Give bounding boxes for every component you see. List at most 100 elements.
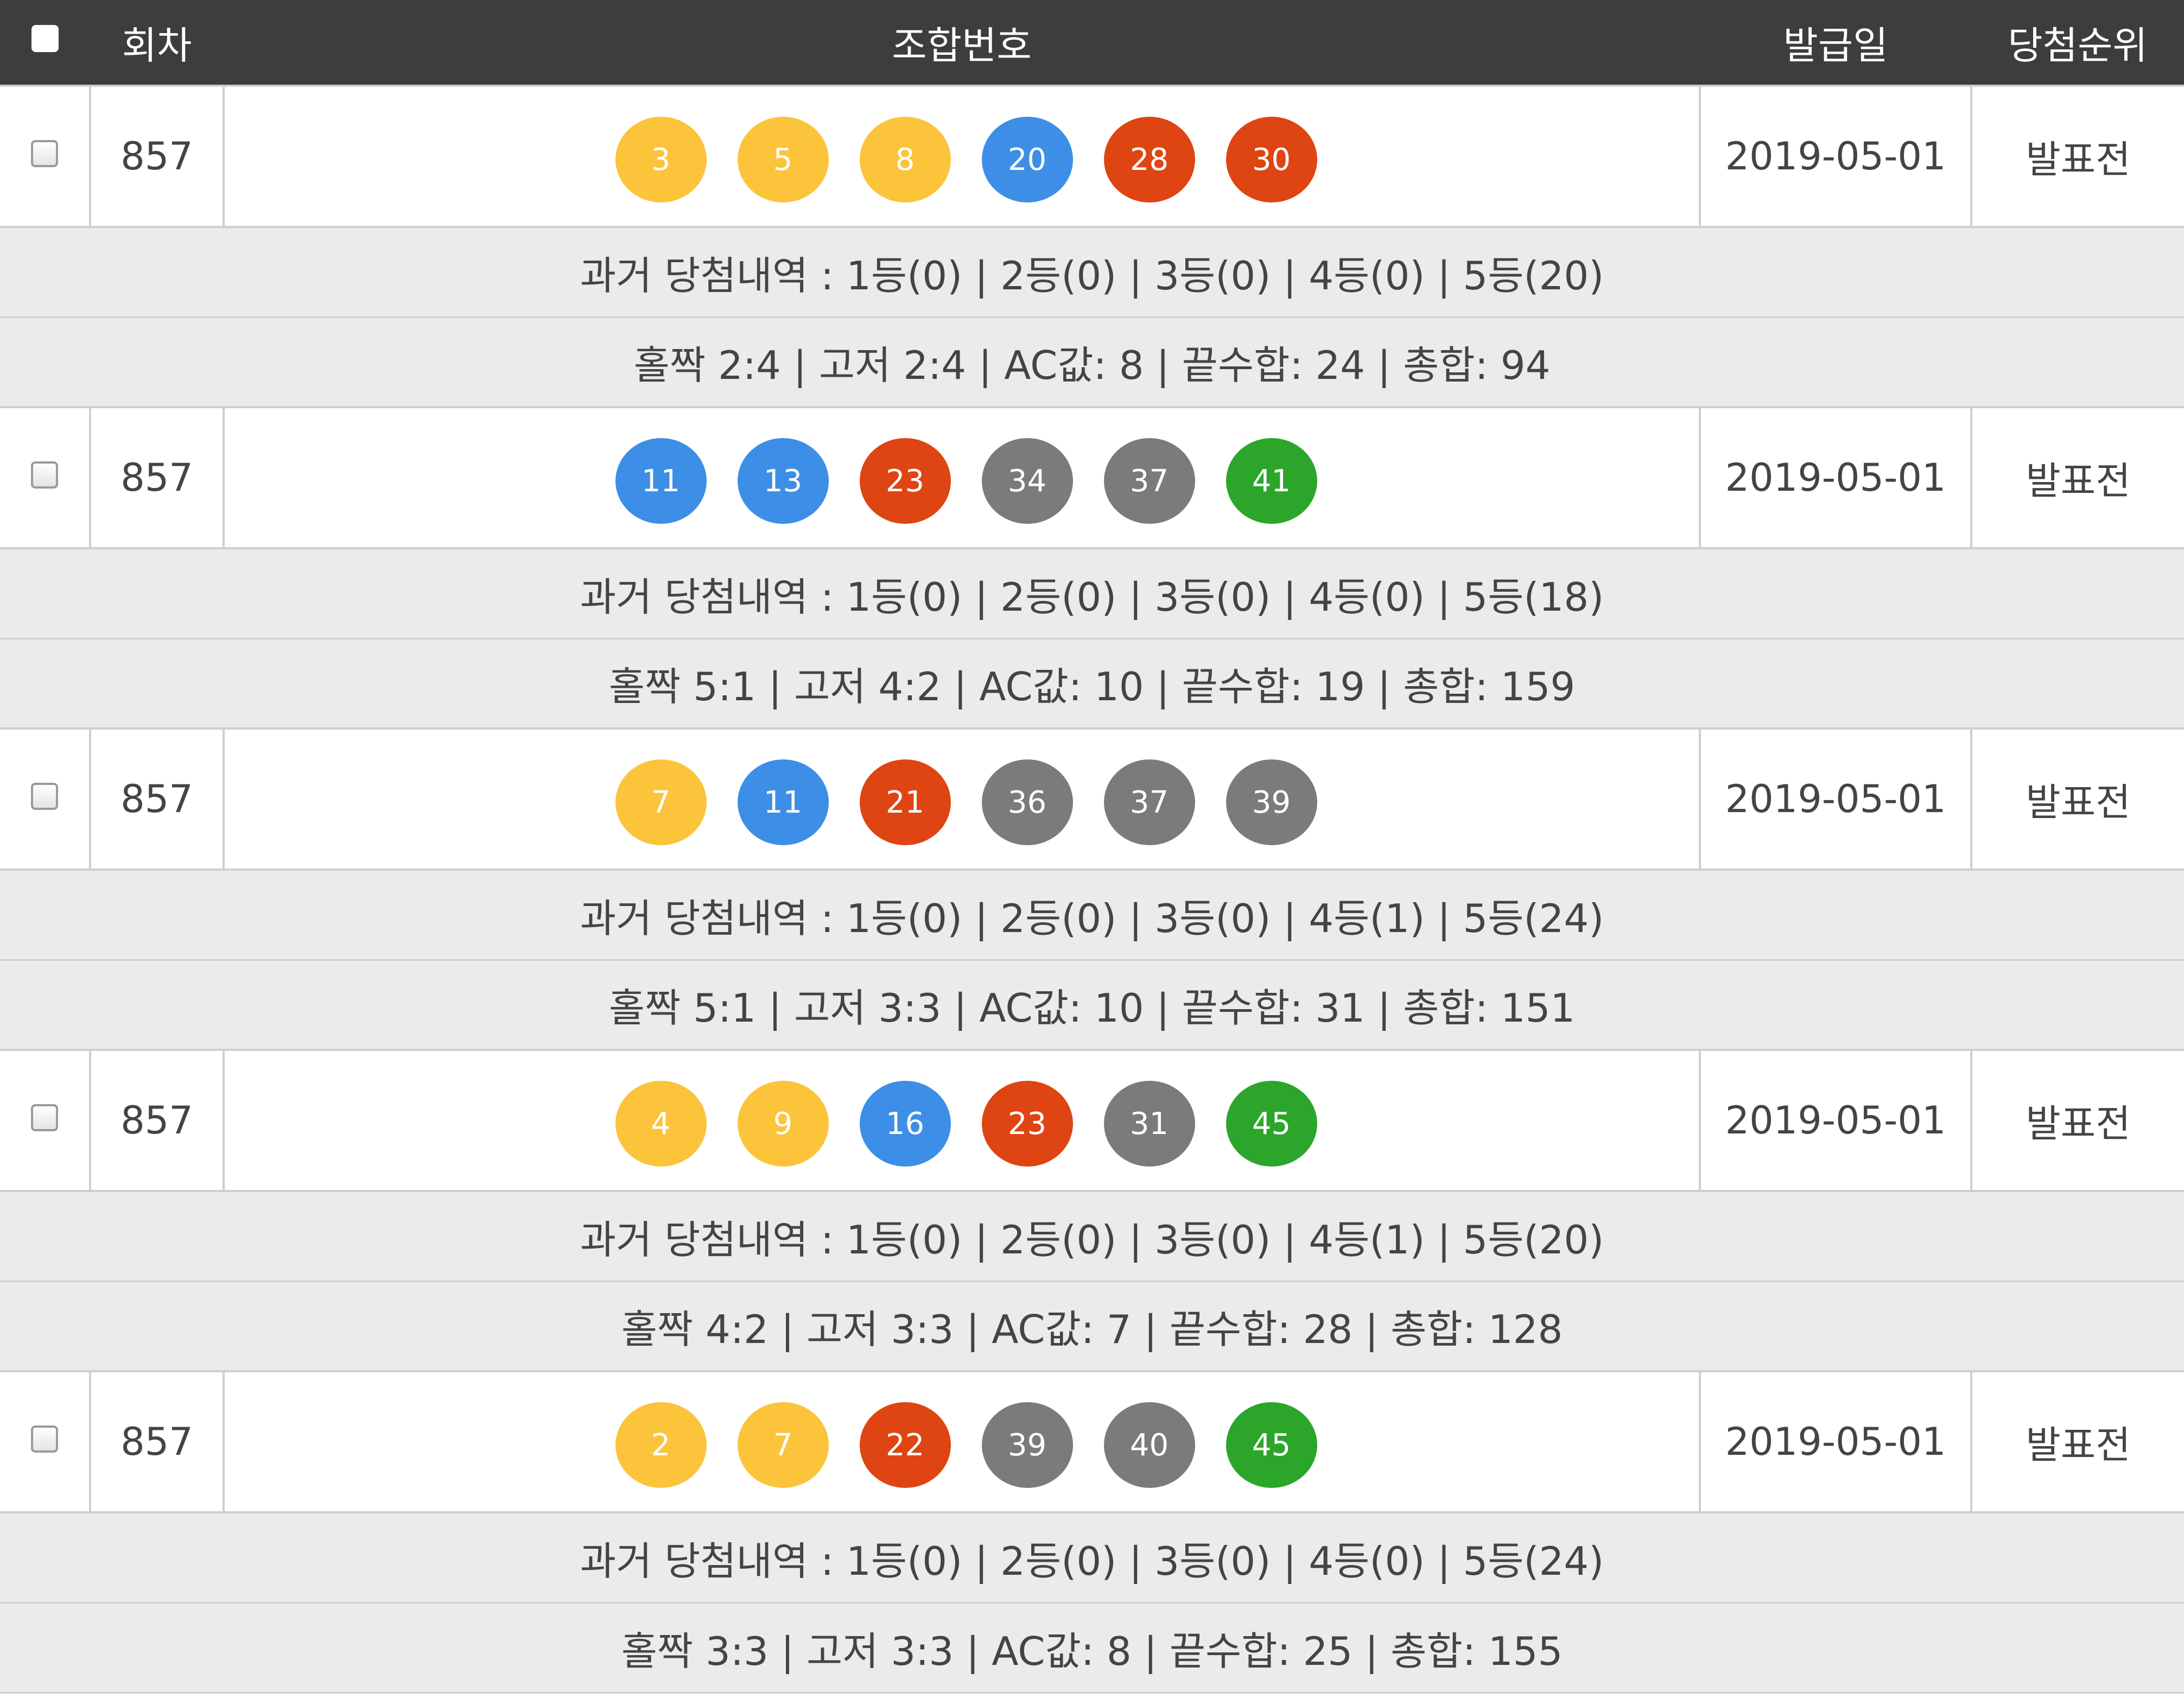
lotto-ball: 11: [737, 759, 829, 845]
table-row: 857 4 9 16 23 31 45 2019-05-01 발표전: [0, 1049, 2184, 1192]
number-balls-cell: 11 13 23 34 37 41: [223, 406, 1701, 549]
lotto-ball: 8: [859, 117, 951, 202]
round-number: 857: [89, 1049, 225, 1192]
history-row: 과거 당첨내역 : 1등(0) | 2등(0) | 3등(0) | 4등(1) …: [0, 1190, 2184, 1282]
lotto-ball: 4: [615, 1081, 707, 1167]
row-select-cell: [0, 406, 91, 549]
table-row: 857 7 11 21 36 37 39 2019-05-01 발표전: [0, 727, 2184, 871]
history-row: 과거 당첨내역 : 1등(0) | 2등(0) | 3등(0) | 4등(0) …: [0, 547, 2184, 639]
number-balls-cell: 7 11 21 36 37 39: [223, 727, 1701, 871]
stats-row: 홀짝 5:1 | 고저 3:3 | AC값: 10 | 끝수합: 31 | 총합…: [0, 959, 2184, 1051]
header-row: 회차 조합번호 발급일 당첨순위: [0, 0, 2184, 86]
lotto-ball: 37: [1103, 438, 1195, 524]
history-row: 과거 당첨내역 : 1등(0) | 2등(0) | 3등(0) | 4등(0) …: [0, 226, 2184, 318]
stats-row: 홀짝 2:4 | 고저 2:4 | AC값: 8 | 끝수합: 24 | 총합:…: [0, 316, 2184, 408]
row-checkbox-icon[interactable]: [31, 461, 58, 489]
round-number: 857: [89, 406, 225, 549]
round-header: 회차: [90, 0, 224, 86]
lotto-ball: 36: [981, 759, 1073, 845]
issue-date-header: 발급일: [1700, 0, 1971, 86]
table-header: 회차 조합번호 발급일 당첨순위: [0, 0, 2184, 86]
row-select-cell: [0, 1049, 91, 1192]
lotto-ball: 9: [737, 1081, 829, 1167]
lotto-ball: 40: [1103, 1402, 1195, 1488]
lotto-ball: 41: [1226, 438, 1317, 524]
past-win-history: 과거 당첨내역 : 1등(0) | 2등(0) | 3등(0) | 4등(0) …: [0, 1511, 2184, 1604]
combination-stats: 홀짝 2:4 | 고저 2:4 | AC값: 8 | 끝수합: 24 | 총합:…: [0, 316, 2184, 408]
lotto-ball: 7: [615, 759, 707, 845]
row-checkbox-icon[interactable]: [31, 1104, 58, 1131]
lotto-ball: 23: [981, 1081, 1073, 1167]
lotto-combination-list: 회차 조합번호 발급일 당첨순위 857 3 5 8 20 28 30 2019-05-01 발…: [0, 0, 2184, 1698]
history-row: 과거 당첨내역 : 1등(0) | 2등(0) | 3등(0) | 4등(0) …: [0, 1511, 2184, 1604]
row-checkbox-icon[interactable]: [31, 140, 58, 167]
lotto-ball: 7: [737, 1402, 829, 1488]
lotto-ball: 30: [1226, 117, 1317, 202]
lotto-ball: 37: [1103, 759, 1195, 845]
lotto-ball: 28: [1103, 117, 1195, 202]
stats-row: 홀짝 4:2 | 고저 3:3 | AC값: 7 | 끝수합: 28 | 총합:…: [0, 1280, 2184, 1372]
combination-stats: 홀짝 3:3 | 고저 3:3 | AC값: 8 | 끝수합: 25 | 총합:…: [0, 1601, 2184, 1694]
row-checkbox-icon[interactable]: [31, 1425, 58, 1453]
lotto-ball: 20: [981, 117, 1073, 202]
lotto-ball: 11: [615, 438, 707, 524]
row-select-cell: [0, 1370, 91, 1513]
row-select-cell: [0, 85, 91, 228]
issue-date: 2019-05-01: [1699, 85, 1972, 228]
row-select-cell: [0, 727, 91, 871]
round-number: 857: [89, 1370, 225, 1513]
lotto-ball: 45: [1226, 1081, 1317, 1167]
past-win-history: 과거 당첨내역 : 1등(0) | 2등(0) | 3등(0) | 4등(1) …: [0, 869, 2184, 961]
rank-status: 발표전: [1970, 1049, 2184, 1192]
select-all-checkbox-icon[interactable]: [31, 24, 59, 52]
issue-date: 2019-05-01: [1699, 1370, 1972, 1513]
number-balls: 2 7 22 39 40 45: [225, 1396, 1699, 1488]
lotto-ball: 21: [859, 759, 951, 845]
table-row: 857 3 5 8 20 28 30 2019-05-01 발표전: [0, 85, 2184, 228]
round-number: 857: [89, 727, 225, 871]
lotto-ball: 34: [981, 438, 1073, 524]
history-row: 과거 당첨내역 : 1등(0) | 2등(0) | 3등(0) | 4등(1) …: [0, 869, 2184, 961]
number-balls-cell: 3 5 8 20 28 30: [223, 85, 1701, 228]
table-row: 857 2 7 22 39 40 45 2019-05-01 발표전: [0, 1370, 2184, 1513]
rank-status: 발표전: [1970, 1370, 2184, 1513]
combination-table: 회차 조합번호 발급일 당첨순위 857 3 5 8 20 28 30 2019-05-01 발…: [0, 0, 2184, 1694]
select-all-cell: [0, 0, 90, 86]
rank-status: 발표전: [1970, 727, 2184, 871]
round-number: 857: [89, 85, 225, 228]
lotto-ball: 23: [859, 438, 951, 524]
table-body: 857 3 5 8 20 28 30 2019-05-01 발표전 과거 당첨내역 : 1등(0)…: [0, 85, 2184, 1694]
number-balls-cell: 2 7 22 39 40 45: [223, 1370, 1701, 1513]
number-balls: 7 11 21 36 37 39: [225, 753, 1699, 845]
rank-status: 발표전: [1970, 85, 2184, 228]
numbers-header: 조합번호: [224, 0, 1700, 86]
lotto-ball: 39: [1226, 759, 1317, 845]
stats-row: 홀짝 3:3 | 고저 3:3 | AC값: 8 | 끝수합: 25 | 총합:…: [0, 1601, 2184, 1694]
past-win-history: 과거 당첨내역 : 1등(0) | 2등(0) | 3등(0) | 4등(0) …: [0, 547, 2184, 639]
lotto-ball: 2: [615, 1402, 707, 1488]
lotto-ball: 45: [1226, 1402, 1317, 1488]
lotto-ball: 31: [1103, 1081, 1195, 1167]
lotto-ball: 3: [615, 117, 707, 202]
lotto-ball: 39: [981, 1402, 1073, 1488]
table-row: 857 11 13 23 34 37 41 2019-05-01 발표전: [0, 406, 2184, 549]
stats-row: 홀짝 5:1 | 고저 4:2 | AC값: 10 | 끝수합: 19 | 총합…: [0, 637, 2184, 730]
lotto-ball: 5: [737, 117, 829, 202]
lotto-ball: 13: [737, 438, 829, 524]
number-balls: 4 9 16 23 31 45: [225, 1074, 1699, 1167]
rank-status: 발표전: [1970, 406, 2184, 549]
number-balls: 11 13 23 34 37 41: [225, 432, 1699, 524]
lotto-ball: 16: [859, 1081, 951, 1167]
row-checkbox-icon[interactable]: [31, 782, 58, 810]
issue-date: 2019-05-01: [1699, 406, 1972, 549]
lotto-ball: 22: [859, 1402, 951, 1488]
issue-date: 2019-05-01: [1699, 727, 1972, 871]
combination-stats: 홀짝 5:1 | 고저 3:3 | AC값: 10 | 끝수합: 31 | 총합…: [0, 959, 2184, 1051]
rank-header: 당첨순위: [1971, 0, 2184, 86]
number-balls-cell: 4 9 16 23 31 45: [223, 1049, 1701, 1192]
past-win-history: 과거 당첨내역 : 1등(0) | 2등(0) | 3등(0) | 4등(1) …: [0, 1190, 2184, 1282]
combination-stats: 홀짝 4:2 | 고저 3:3 | AC값: 7 | 끝수합: 28 | 총합:…: [0, 1280, 2184, 1372]
combination-stats: 홀짝 5:1 | 고저 4:2 | AC값: 10 | 끝수합: 19 | 총합…: [0, 637, 2184, 730]
number-balls: 3 5 8 20 28 30: [225, 110, 1699, 202]
past-win-history: 과거 당첨내역 : 1등(0) | 2등(0) | 3등(0) | 4등(0) …: [0, 226, 2184, 318]
